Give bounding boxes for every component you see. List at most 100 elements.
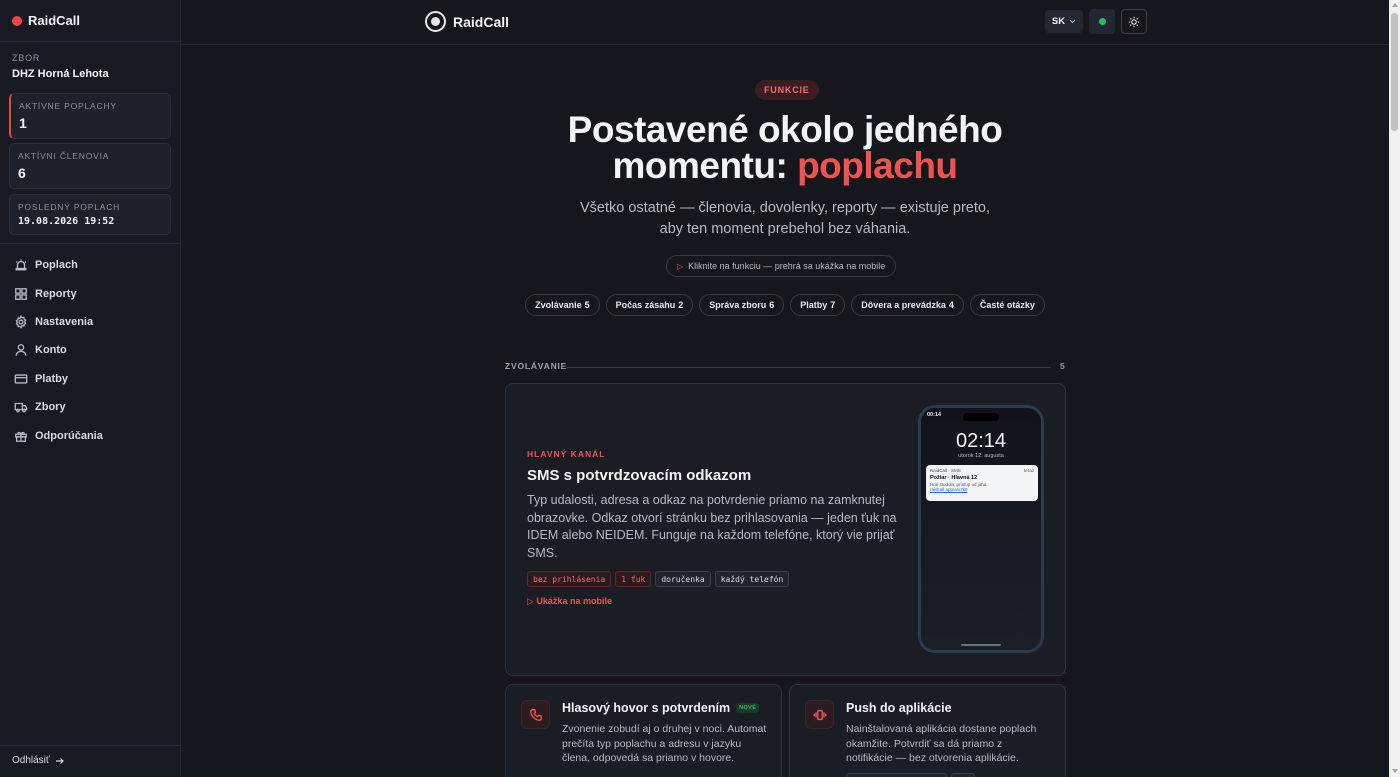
truck-icon [14, 402, 28, 413]
chip-platby[interactable]: Platby 7 [790, 294, 846, 316]
mobile-preview-label: Ukážka na mobile [536, 596, 612, 606]
language-select[interactable]: SK [1045, 10, 1083, 33]
chip-caste-otazky[interactable]: Časté otázky [969, 294, 1045, 316]
chip-pocas-zasahu[interactable]: Počas zásahu 2 [605, 294, 694, 316]
card-title: Hlasový hovor s potvrdením NOVÉ [562, 701, 760, 715]
stat-value: 6 [18, 165, 26, 181]
sidebar: RaidCall ZBOR DHZ Horná Lehota AKTÍVNE P… [0, 0, 181, 777]
chip-count: 5 [584, 300, 590, 310]
stat-label: AKTÍVNE POPLACHY [19, 101, 117, 111]
chip-label: Platby [800, 300, 828, 310]
card-tags [846, 773, 975, 777]
stat-active-members: AKTÍVNI ČLENOVIA 6 [9, 143, 171, 189]
card-title: Push do aplikácie [846, 701, 952, 715]
phone-home-indicator [961, 644, 1001, 646]
sidebar-item-konto[interactable]: Konto [0, 336, 180, 364]
feature-card-voice-call[interactable]: Hlasový hovor s potvrdením NOVÉ Zvonenie… [505, 684, 782, 777]
sidebar-item-nastavenia[interactable]: Nastavenia [0, 308, 180, 336]
notification-header: RaidCall · SMS teraz [930, 468, 1034, 473]
notification-link: raidcall.app/a/x7k9 [930, 487, 968, 492]
hero-title: Postavené okolo jedného momentu: poplach… [181, 109, 1389, 186]
hero-line2-accent: poplachu [797, 145, 958, 186]
feature-card-sms[interactable]: HLAVNÝ KANÁL SMS s potvrdzovacím odkazom… [505, 383, 1066, 676]
siren-icon [15, 259, 27, 271]
feature-kicker: HLAVNÝ KANÁL [527, 449, 606, 459]
logo-text: RaidCall [453, 13, 510, 30]
phone-status-time: 00:14 [927, 412, 942, 418]
stat-active-alarms: AKTÍVNE POPLACHY 1 [9, 93, 171, 139]
gift-icon [15, 431, 27, 442]
feature-title: SMS s potvrdzovacím odkazom [527, 467, 752, 484]
chip-dovera-prevadzka[interactable]: Dôvera a prevádzka 4 [851, 294, 964, 316]
notification-app: RaidCall · SMS [930, 468, 961, 473]
card-title-text: Hlasový hovor s potvrdením [562, 701, 731, 715]
brand-name: RaidCall [28, 13, 81, 28]
card-tag [846, 773, 947, 777]
sidebar-item-label: Nastavenia [35, 315, 94, 328]
scroll-down-icon[interactable] [1392, 769, 1398, 773]
sidebar-bottom-divider [0, 745, 180, 746]
sidebar-item-zbory[interactable]: Zbory [0, 393, 180, 421]
logout-label: Odhlásiť [12, 755, 50, 766]
play-icon: ▷ [527, 596, 537, 606]
sidebar-item-label: Odporúčania [35, 429, 103, 442]
hero-line1: Postavené okolo jedného [567, 109, 1003, 150]
theme-toggle-button[interactable] [1121, 9, 1147, 34]
main-content: FUNKCIE Postavené okolo jedného momentu:… [181, 45, 1389, 777]
feature-tag: 1 ťuk [615, 571, 652, 587]
chip-label: Časté otázky [979, 300, 1035, 310]
page-scrollbar[interactable] [1389, 0, 1400, 777]
sidebar-item-reporty[interactable]: Reporty [0, 279, 180, 307]
sms-notification: RaidCall · SMS teraz Požiar · Hlavná 12 … [926, 465, 1038, 501]
zbor-label: ZBOR [12, 53, 41, 63]
sidebar-item-odporucania[interactable]: Odporúčania [0, 421, 180, 449]
logo-icon [425, 11, 446, 32]
feature-card-push[interactable]: Push do aplikácie Nainštalovaná aplikáci… [789, 684, 1066, 777]
chip-label: Počas zásahu [615, 300, 676, 310]
chip-count: 7 [830, 300, 836, 310]
sidebar-item-poplach[interactable]: Poplach [0, 251, 180, 279]
topbar: RaidCall SK [181, 0, 1389, 45]
feature-tag: bez prihlásenia [527, 571, 612, 587]
notification-title: Požiar · Hlavná 12 [930, 475, 978, 481]
vibrate-icon [813, 709, 826, 720]
logout-button[interactable]: Odhlásiť [12, 755, 65, 766]
chip-count: 2 [678, 300, 684, 310]
sun-icon [1128, 16, 1140, 27]
phone-mockup: 00:14 02:14 utorok 12. augusta RaidCall … [918, 405, 1044, 653]
feature-tags: bez prihlásenia 1 ťuk doručenka každý te… [527, 571, 790, 587]
chip-label: Dôvera a prevádzka [861, 300, 946, 310]
section-count: 5 [1060, 361, 1065, 371]
chip-count: 4 [948, 300, 954, 310]
sidebar-item-label: Zbory [35, 401, 66, 414]
language-value: SK [1051, 16, 1066, 27]
sidebar-nav: Poplach Reporty Nastavenia Konto Platby … [0, 251, 180, 450]
feature-tag: doručenka [655, 571, 711, 587]
mobile-preview-link[interactable]: ▷ Ukážka na mobile [527, 596, 612, 607]
sidebar-item-platby[interactable]: Platby [0, 365, 180, 393]
scrollbar-thumb[interactable] [1391, 13, 1398, 131]
card-description: Zvonenie zobudí aj o druhej v noci. Auto… [562, 723, 767, 765]
section-label: ZVOLÁVANIE [505, 361, 568, 371]
arrow-right-icon [55, 757, 64, 764]
chip-sprava-zboru[interactable]: Správa zboru 6 [699, 294, 785, 316]
card-icon-box [521, 700, 550, 729]
hint-text: Kliknite na funkciu — prehrá sa ukážka n… [688, 261, 886, 271]
sidebar-item-label: Konto [35, 344, 67, 357]
phone-screen: 00:14 02:14 utorok 12. augusta RaidCall … [921, 408, 1041, 650]
status-indicator-button[interactable] [1089, 9, 1115, 34]
hero-line2-prefix: momentu: [612, 145, 798, 186]
stat-value: 1 [19, 115, 27, 131]
section-divider [567, 367, 1051, 368]
chevron-down-icon [1069, 19, 1076, 24]
topbar-logo[interactable]: RaidCall [425, 11, 509, 32]
subtitle-line1: Všetko ostatné — členovia, dovolenky, re… [580, 200, 990, 216]
chip-zvolavanie[interactable]: Zvolávanie 5 [525, 294, 600, 316]
sidebar-brand[interactable]: RaidCall [0, 0, 180, 42]
feature-description: Typ udalosti, adresa a odkaz na potvrden… [527, 493, 897, 561]
category-chips: Zvolávanie 5 Počas zásahu 2 Správa zboru 6 … [181, 294, 1389, 316]
chip-label: Správa zboru [709, 300, 767, 310]
scroll-up-icon[interactable] [1392, 3, 1398, 7]
stat-value: 19.08.2026 19:52 [18, 216, 115, 227]
new-badge: NOVÉ [736, 703, 760, 713]
